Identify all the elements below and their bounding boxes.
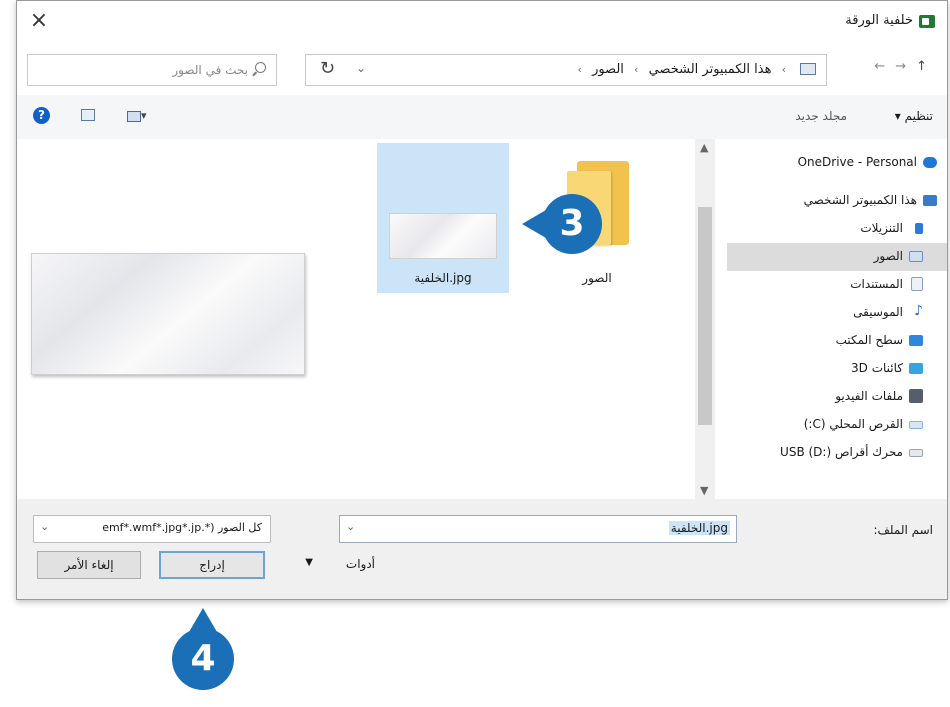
filename-label: اسم الملف: [873,523,933,537]
step-4-callout: 4 [172,608,234,690]
step-3-callout: 3 [522,194,602,254]
nav-item-videos[interactable]: ملفات الفيديو [727,383,947,411]
breadcrumb-this-pc[interactable]: هذا الكمبيوتر الشخصي [649,62,772,77]
breadcrumb: › هذا الكمبيوتر الشخصي › الصور › [572,62,792,77]
breadcrumb-separator[interactable]: › [578,63,582,76]
nav-item-label: OneDrive - Personal [797,155,917,169]
refresh-icon[interactable]: ↻ [320,58,335,79]
nav-item-label: ملفات الفيديو [835,389,903,403]
filetype-value: كل الصور (*.emf*.wmf*.jpg*.jp [102,521,262,534]
drive-icon [909,421,923,429]
search-icon [255,62,266,73]
search-input[interactable]: بحث في الصور [27,54,277,86]
nav-pane-scrollbar[interactable]: ▲ ▼ [695,139,715,499]
view-icon [127,110,141,122]
dialog-title: خلفية الورقة [845,13,913,28]
navigation-pane: OneDrive - Personal هذا الكمبيوتر الشخصي… [715,139,947,499]
excel-app-icon [919,15,935,28]
nav-arrows: ←→↑ [874,59,937,74]
image-preview [31,253,305,375]
pictures-icon [909,251,923,262]
close-button[interactable]: × [27,9,51,33]
insert-button[interactable]: إدراج [159,551,265,579]
nav-item-music[interactable]: ♪ الموسيقى [727,299,947,327]
image-thumbnail [389,213,497,259]
3d-objects-icon [909,363,923,374]
chevron-down-icon[interactable]: ⌄ [356,61,366,75]
file-name: jpg.الخلفية [414,271,472,285]
cancel-button[interactable]: إلغاء الأمر [37,551,141,579]
command-toolbar: تنظيم ▾ مجلد جديد ▾ ? [17,95,947,139]
computer-icon [923,195,937,206]
pictures-location-icon [800,63,816,75]
filename-value: jpg.الخلفية [668,521,730,535]
search-placeholder: بحث في الصور [172,63,248,77]
insert-picture-dialog: خلفية الورقة × ←→↑ › هذا الكمبيوتر الشخص… [16,0,948,600]
nav-item-desktop[interactable]: سطح المكتب [727,327,947,355]
help-icon[interactable]: ? [33,107,50,124]
file-item-background-jpg[interactable]: jpg.الخلفية [377,143,509,293]
dialog-footer: اسم الملف: jpg.الخلفية ⌄ كل الصور (*.emf… [17,499,947,599]
breadcrumb-pictures[interactable]: الصور [592,62,624,77]
nav-item-label: المستندات [850,277,903,291]
address-bar[interactable]: › هذا الكمبيوتر الشخصي › الصور › ⌄ ↻ [305,54,827,86]
scroll-down-icon[interactable]: ▼ [700,484,708,497]
nav-item-this-pc[interactable]: هذا الكمبيوتر الشخصي [727,187,947,215]
nav-item-pictures[interactable]: الصور [727,243,947,271]
file-list: الصور jpg.الخلفية [17,139,695,499]
title-bar: خلفية الورقة × [17,1,947,43]
video-icon [909,389,923,403]
nav-item-onedrive[interactable]: OneDrive - Personal [727,149,947,177]
nav-item-label: الصور [873,249,903,263]
back-arrow-icon[interactable]: ← [874,59,895,74]
nav-item-label: القرص المحلي (C:) [803,417,903,431]
nav-item-label: التنزيلات [860,221,903,235]
breadcrumb-separator[interactable]: › [634,63,638,76]
chevron-down-icon: ⌄ [40,520,50,533]
nav-item-label: محرك أقراص USB (D:) [780,445,903,459]
nav-item-label: سطح المكتب [835,333,903,347]
filename-input[interactable]: jpg.الخلفية ⌄ [339,515,737,543]
nav-item-usb-drive-d[interactable]: محرك أقراص USB (D:) [727,439,947,467]
navigation-bar: ←→↑ › هذا الكمبيوتر الشخصي › الصور › ⌄ ↻… [17,43,947,95]
filetype-select[interactable]: كل الصور (*.emf*.wmf*.jpg*.jp ⌄ [33,515,271,543]
chevron-down-icon[interactable]: ⌄ [346,520,355,533]
breadcrumb-separator[interactable]: › [782,63,786,76]
up-arrow-icon[interactable]: ↑ [916,59,937,74]
file-name: الصور [582,271,612,285]
new-folder-button[interactable]: مجلد جديد [795,109,847,123]
nav-item-label: الموسيقى [853,305,903,319]
change-view-button[interactable]: ▾ [121,109,147,122]
nav-item-label: هذا الكمبيوتر الشخصي [803,193,917,207]
desktop-icon [909,335,923,346]
usb-drive-icon [909,449,923,457]
nav-item-label: كائنات 3D [851,361,903,375]
scroll-up-icon[interactable]: ▲ [700,141,708,154]
nav-item-downloads[interactable]: التنزيلات [727,215,947,243]
tools-dropdown-icon[interactable]: ▼ [305,557,313,568]
tools-button[interactable]: أدوات [346,557,375,571]
preview-pane-icon[interactable] [81,109,95,121]
nav-item-local-disk-c[interactable]: القرص المحلي (C:) [727,411,947,439]
nav-item-3d-objects[interactable]: كائنات 3D [727,355,947,383]
forward-arrow-icon[interactable]: → [895,59,916,74]
nav-item-documents[interactable]: المستندات [727,271,947,299]
download-icon [915,223,923,234]
cloud-icon [923,157,937,168]
organize-button[interactable]: تنظيم ▾ [895,109,933,123]
documents-icon [911,277,923,291]
chevron-down-icon: ▾ [141,109,147,122]
music-icon: ♪ [914,303,923,319]
scrollbar-thumb[interactable] [698,207,712,425]
